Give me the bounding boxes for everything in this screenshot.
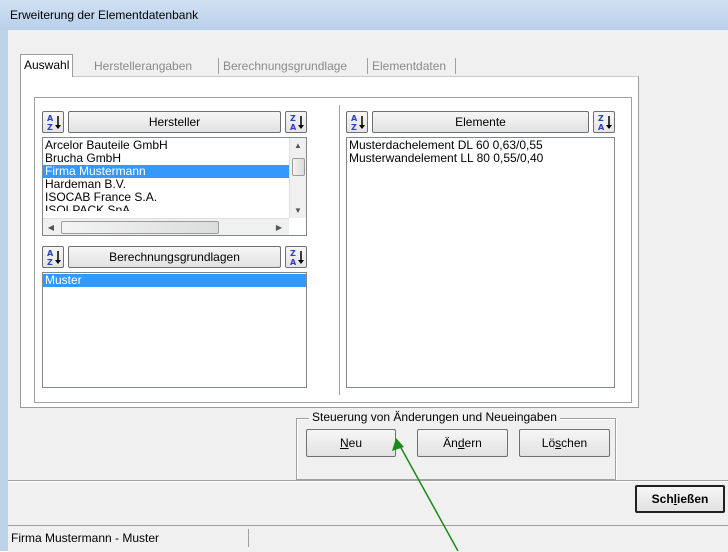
- annotation-arrow-overlay: [392, 438, 459, 551]
- annotation-arrow-line: [399, 445, 459, 551]
- tab-auswahl[interactable]: Auswahl: [20, 54, 74, 77]
